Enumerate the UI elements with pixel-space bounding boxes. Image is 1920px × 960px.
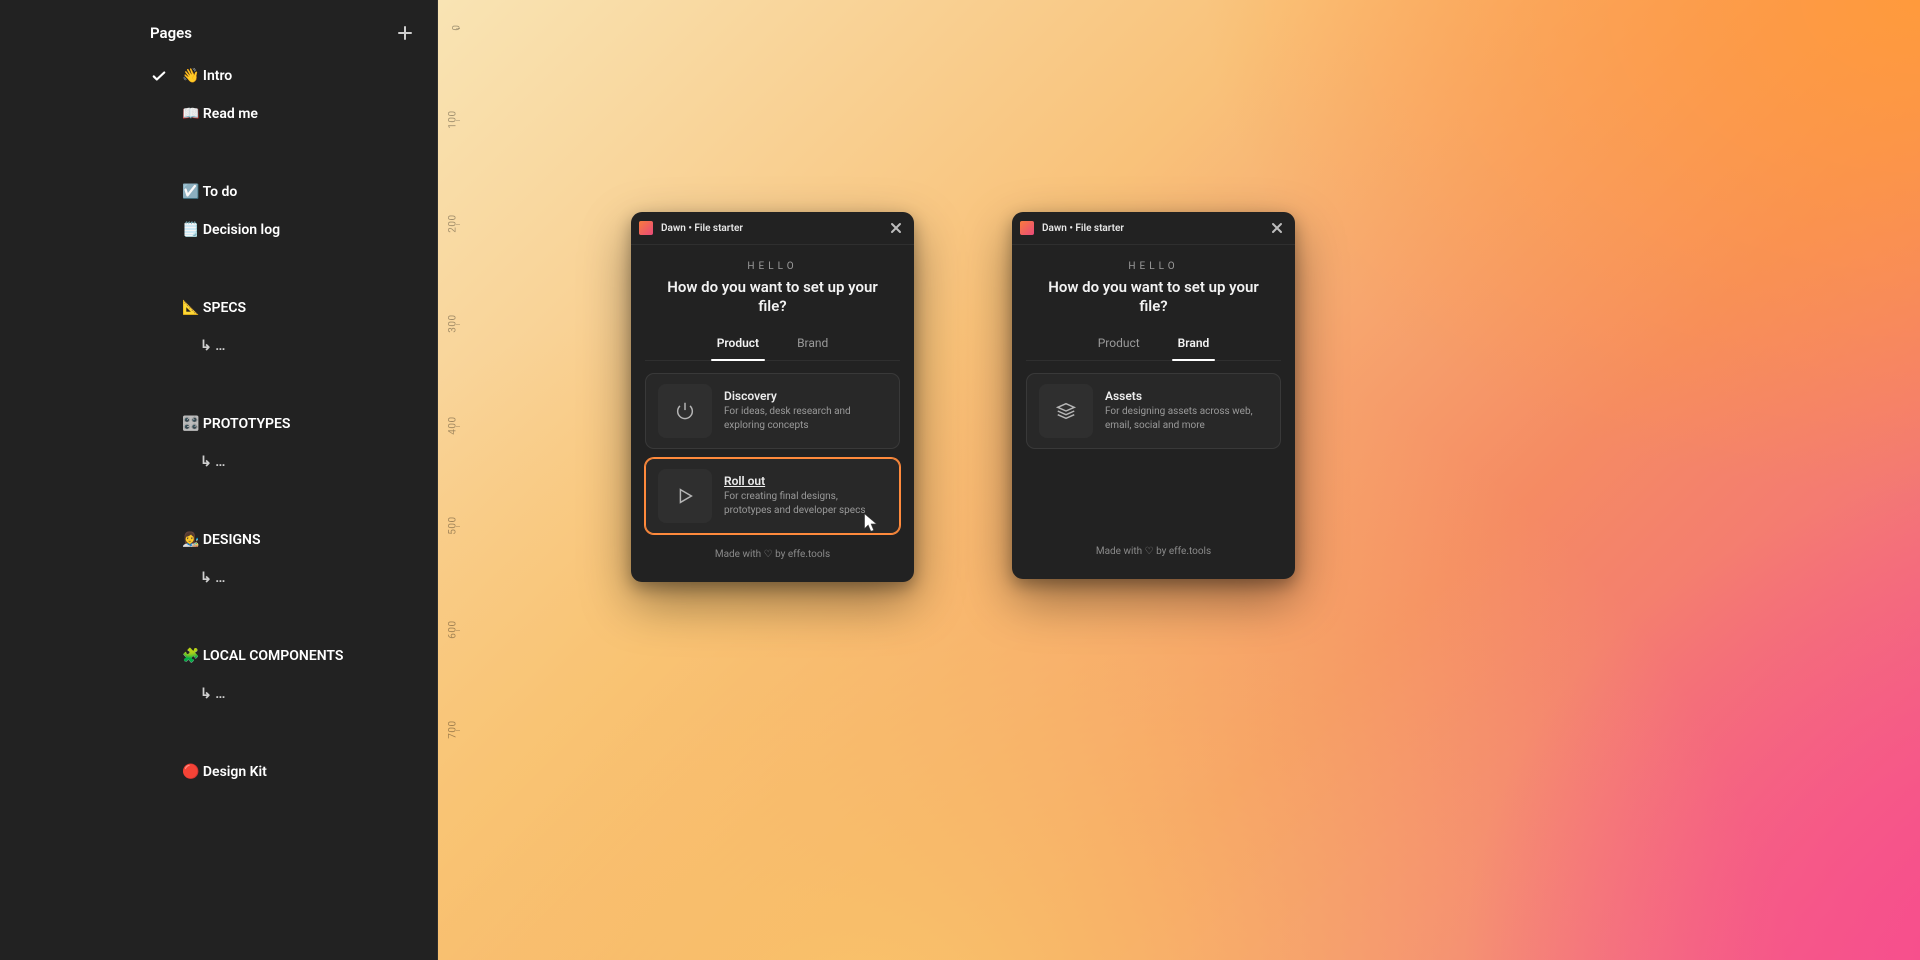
option-desc: For designing assets across web, email, …: [1105, 405, 1268, 432]
option-roll-out[interactable]: Roll out For creating final designs, pro…: [645, 458, 900, 534]
page-label: 🎛️ PROTOTYPES: [182, 416, 290, 432]
modal-tabs: Product Brand: [645, 330, 900, 361]
stack-icon: [1039, 384, 1093, 438]
option-desc: For ideas, desk research and exploring c…: [724, 405, 887, 432]
pages-sidebar: Pages 👋 Intro 📖 Read me ☑️ To do: [0, 0, 438, 960]
selected-check-icon: [150, 69, 168, 83]
page-label: 🔴 Design Kit: [182, 764, 267, 780]
page-item-local-components-child[interactable]: ↳ …: [150, 676, 420, 712]
option-title: Assets: [1105, 389, 1268, 403]
page-item-prototypes[interactable]: 🎛️ PROTOTYPES: [150, 406, 420, 442]
hello-eyebrow: HELLO: [645, 261, 900, 272]
modal-question: How do you want to set up your file?: [1026, 278, 1281, 316]
tab-product[interactable]: Product: [703, 330, 773, 360]
page-label: 📖 Read me: [182, 106, 258, 122]
hello-eyebrow: HELLO: [1026, 261, 1281, 272]
page-item-decisionlog[interactable]: 🗒️ Decision log: [150, 212, 420, 248]
close-icon: [890, 222, 902, 234]
page-label: 👋 Intro: [182, 68, 232, 84]
vertical-ruler: 0 100 200 300 400 500 600 700: [438, 0, 466, 960]
modal-question: How do you want to set up your file?: [645, 278, 900, 316]
option-assets[interactable]: Assets For designing assets across web, …: [1026, 373, 1281, 449]
page-item-prototypes-child[interactable]: ↳ …: [150, 444, 420, 480]
add-page-button[interactable]: [394, 22, 416, 44]
page-label: ↳ …: [200, 454, 225, 470]
page-item-design-kit[interactable]: 🔴 Design Kit: [150, 754, 420, 790]
file-starter-modal-brand: Dawn • File starter HELLO How do you wan…: [1012, 212, 1295, 579]
page-item-designs[interactable]: 👩‍🎨 DESIGNS: [150, 522, 420, 558]
option-title: Discovery: [724, 389, 887, 403]
option-discovery[interactable]: Discovery For ideas, desk research and e…: [645, 373, 900, 449]
modal-footer-credit: Made with ♡ by effe.tools: [645, 543, 900, 574]
page-item-designs-child[interactable]: ↳ …: [150, 560, 420, 596]
play-icon: [658, 469, 712, 523]
close-button[interactable]: [1269, 220, 1285, 236]
option-desc: For creating final designs, prototypes a…: [724, 490, 887, 517]
app-logo-icon: [639, 221, 653, 235]
page-item-readme[interactable]: 📖 Read me: [150, 96, 420, 132]
page-label: ↳ …: [200, 338, 225, 354]
modal-footer-credit: Made with ♡ by effe.tools: [1026, 540, 1281, 571]
page-label: ↳ …: [200, 570, 225, 586]
close-button[interactable]: [888, 220, 904, 236]
page-label: 📐 SPECS: [182, 300, 246, 316]
power-icon: [658, 384, 712, 438]
page-label: 🧩 LOCAL COMPONENTS: [182, 648, 343, 664]
tab-product[interactable]: Product: [1084, 330, 1154, 360]
close-icon: [1271, 222, 1283, 234]
modal-tabs: Product Brand: [1026, 330, 1281, 361]
page-label: 👩‍🎨 DESIGNS: [182, 532, 261, 548]
page-item-todo[interactable]: ☑️ To do: [150, 174, 420, 210]
file-starter-modal-product: Dawn • File starter HELLO How do you wan…: [631, 212, 914, 582]
page-label: 🗒️ Decision log: [182, 222, 280, 238]
modal-window-title: Dawn • File starter: [1042, 223, 1124, 234]
page-item-intro[interactable]: 👋 Intro: [150, 58, 420, 94]
tab-brand[interactable]: Brand: [1164, 330, 1224, 360]
page-item-specs[interactable]: 📐 SPECS: [150, 290, 420, 326]
modal-window-title: Dawn • File starter: [661, 223, 743, 234]
pages-heading: Pages: [150, 24, 192, 42]
plus-icon: [397, 25, 413, 41]
page-label: ↳ …: [200, 686, 225, 702]
page-item-local-components[interactable]: 🧩 LOCAL COMPONENTS: [150, 638, 420, 674]
option-title: Roll out: [724, 474, 887, 488]
app-logo-icon: [1020, 221, 1034, 235]
page-label: ☑️ To do: [182, 184, 237, 200]
tab-brand[interactable]: Brand: [783, 330, 842, 360]
canvas-area[interactable]: 0 100 200 300 400 500 600 700 Dawn • Fil…: [438, 0, 1920, 960]
page-item-specs-child[interactable]: ↳ …: [150, 328, 420, 364]
